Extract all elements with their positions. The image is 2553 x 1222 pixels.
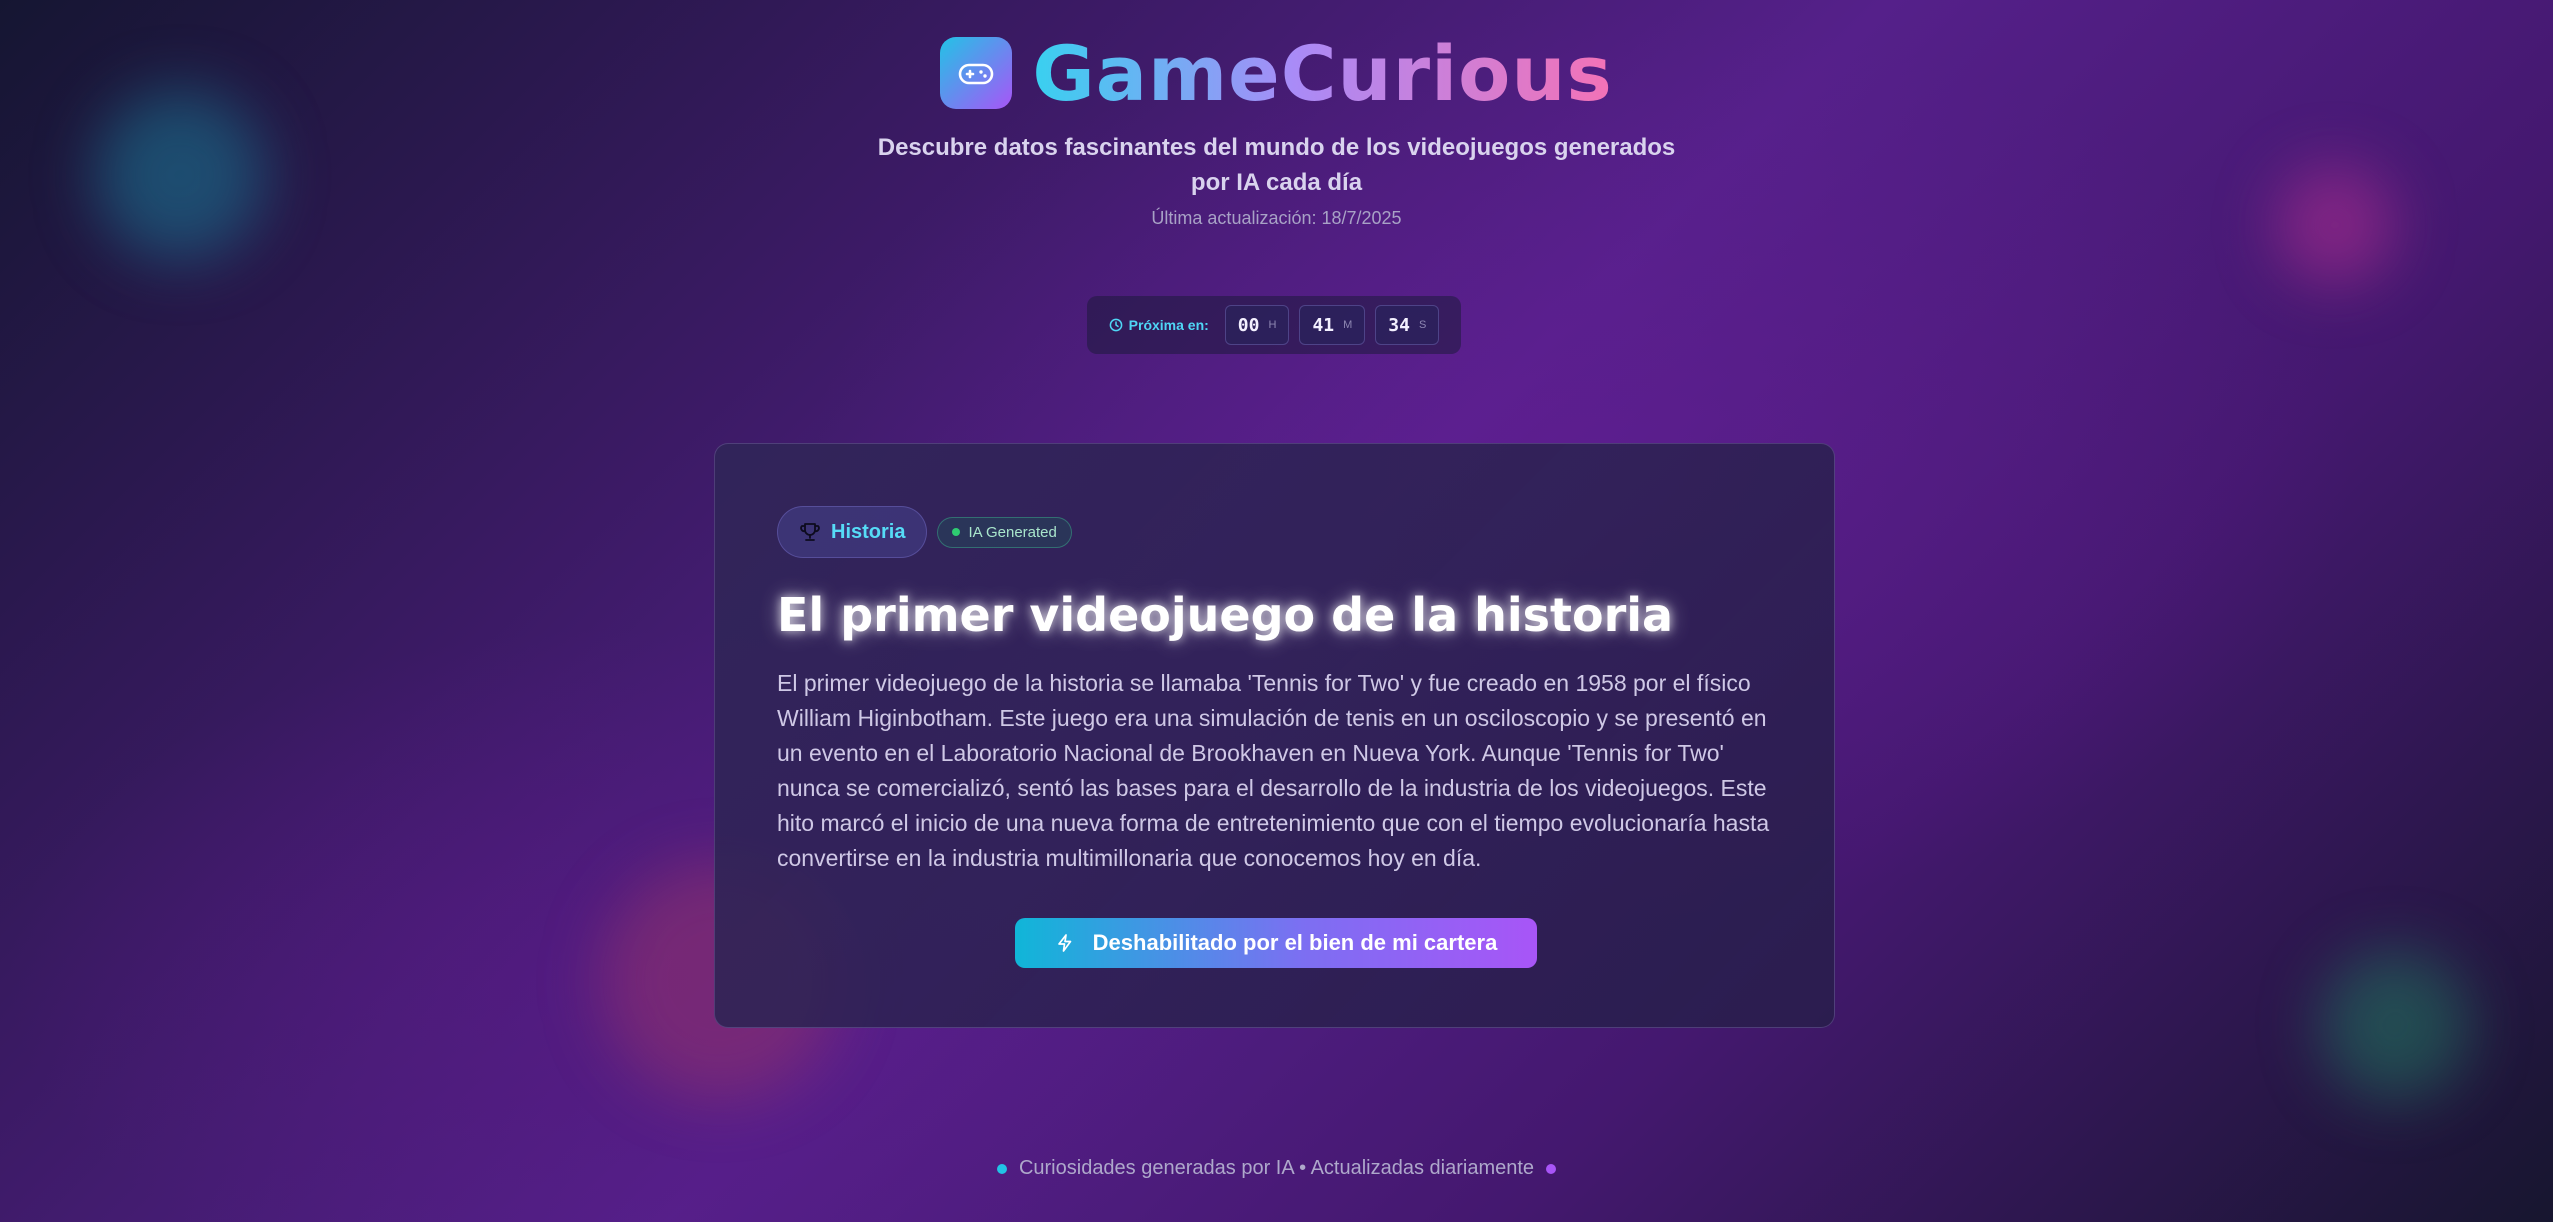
background-glow <box>2320 950 2470 1100</box>
generate-button[interactable]: Deshabilitado por el bien de mi cartera <box>1015 918 1537 968</box>
brand: GameCurious <box>0 29 2553 118</box>
last-updated: Última actualización: 18/7/2025 <box>1151 208 1402 228</box>
footer-text: Curiosidades generadas por IA • Actualiz… <box>1018 1157 1535 1179</box>
seconds-unit: S <box>1418 319 1427 331</box>
countdown-label: Próxima en: <box>1109 317 1209 333</box>
ai-badge-label: IA Generated <box>968 523 1057 541</box>
countdown-label-text: Próxima en: <box>1128 317 1209 333</box>
seconds-value: 34 <box>1388 314 1410 336</box>
category-badge: Historia <box>777 506 928 558</box>
minutes-value: 41 <box>1312 314 1335 336</box>
minutes-unit: M <box>1343 319 1353 331</box>
page-footer: Curiosidades generadas por IA • Actualiz… <box>0 1157 2553 1180</box>
category-label: Historia <box>831 520 906 543</box>
status-dot <box>952 528 961 536</box>
gamepad-icon <box>959 63 994 85</box>
countdown-timer: Próxima en: 00 H 41 M 34 S <box>1087 296 1461 354</box>
trophy-icon <box>800 523 820 541</box>
fact-body: El primer videojuego de la historia se l… <box>777 670 1770 871</box>
fact-card: Historia IA Generated El primer videojue… <box>714 443 1835 1028</box>
generate-button-label: Deshabilitado por el bien de mi cartera <box>1092 930 1498 955</box>
fact-title: El primer videojuego de la historia <box>777 588 1674 642</box>
ai-generated-badge: IA Generated <box>937 516 1072 548</box>
page-header: GameCurious Descubre datos fascinantes d… <box>0 29 2553 229</box>
lightning-icon <box>1057 934 1072 952</box>
footer-dot-left <box>996 1163 1007 1174</box>
footer-dot-right <box>1546 1163 1557 1174</box>
logo <box>940 37 1013 109</box>
brand-name: GameCurious <box>1032 28 1613 118</box>
hours-value: 00 <box>1237 314 1260 336</box>
countdown-seconds: 34 S <box>1375 305 1440 345</box>
tagline: Descubre datos fascinantes del mundo de … <box>877 134 1676 196</box>
countdown-minutes: 41 M <box>1299 305 1366 345</box>
clock-icon <box>1109 318 1123 332</box>
countdown-hours: 00 H <box>1224 305 1290 345</box>
hours-unit: H <box>1268 319 1277 331</box>
fact-badges: Historia IA Generated <box>777 506 1772 558</box>
